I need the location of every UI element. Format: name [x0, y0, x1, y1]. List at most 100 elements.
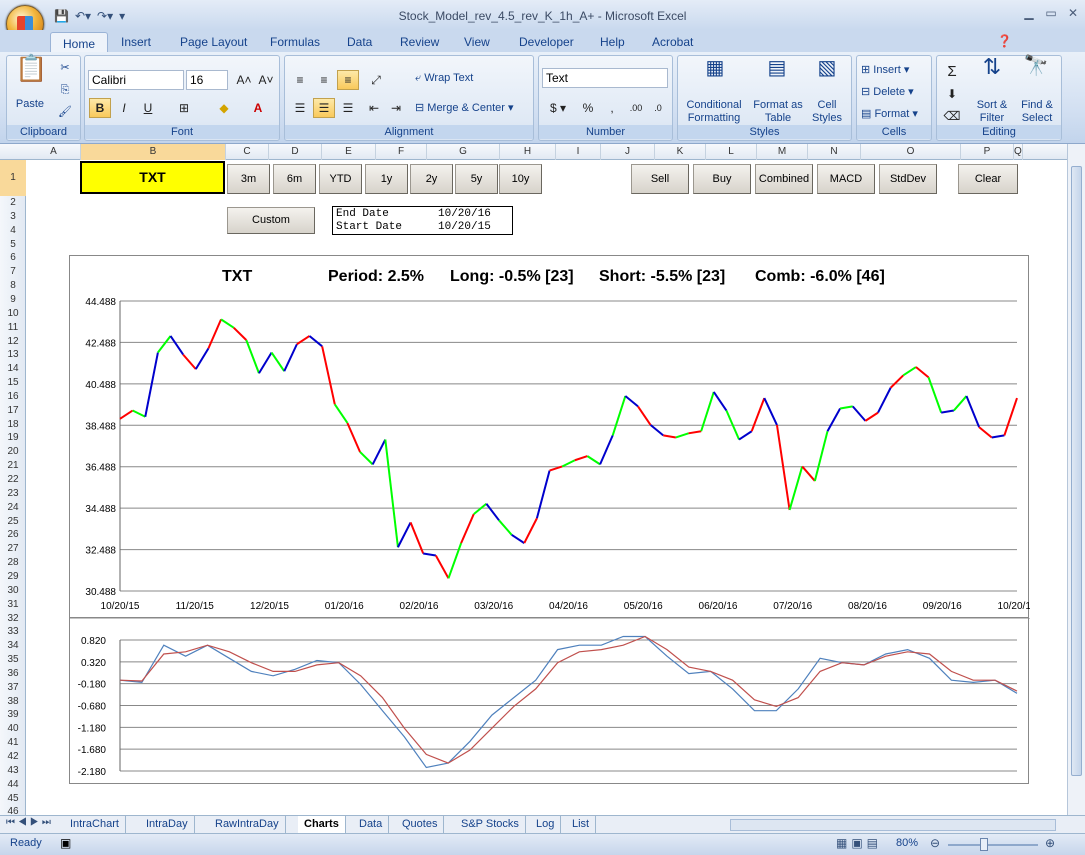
row-header-24[interactable]: 24 [0, 501, 26, 515]
row-header-6[interactable]: 6 [0, 251, 26, 265]
tab-acrobat[interactable]: Acrobat [652, 35, 693, 49]
close-button[interactable]: ✕ [1064, 6, 1082, 24]
number-format-combo[interactable]: Text [542, 68, 668, 88]
row-header-13[interactable]: 13 [0, 348, 26, 362]
currency-icon[interactable]: $ ▾ [543, 98, 573, 118]
font-name-combo[interactable]: Calibri [88, 70, 184, 90]
wrap-text-button[interactable]: ⤶ Wrap Text [415, 72, 525, 85]
sell-button[interactable]: Sell [631, 164, 689, 194]
italic-icon[interactable]: I [113, 98, 135, 118]
maximize-button[interactable]: ▭ [1042, 6, 1060, 24]
tab-review[interactable]: Review [400, 35, 439, 49]
zoom-level[interactable]: 80% [896, 837, 918, 849]
tab-home[interactable]: Home [50, 32, 108, 53]
row-header-36[interactable]: 36 [0, 667, 26, 681]
shrink-font-icon[interactable]: A˅ [255, 70, 277, 90]
comma-icon[interactable]: , [601, 98, 623, 118]
decrease-indent-icon[interactable]: ⇤ [363, 98, 385, 118]
custom-button[interactable]: Custom [227, 207, 315, 234]
underline-icon[interactable]: U [137, 98, 159, 118]
view-buttons[interactable]: ▦▣▤ [836, 836, 882, 850]
align-bottom-icon[interactable]: ≡ [337, 70, 359, 90]
row-header-39[interactable]: 39 [0, 708, 26, 722]
row-header-10[interactable]: 10 [0, 307, 26, 321]
font-color-icon[interactable]: A [247, 98, 269, 118]
row-header-27[interactable]: 27 [0, 542, 26, 556]
tab-view[interactable]: View [464, 35, 490, 49]
col-header-m[interactable]: M [757, 144, 808, 160]
sheet-tab-rawintraday[interactable]: RawIntraDay [209, 816, 286, 833]
row-header-26[interactable]: 26 [0, 528, 26, 542]
align-center-icon[interactable]: ☰ [313, 98, 335, 118]
orientation-icon[interactable]: ⤢ [365, 70, 387, 90]
price-chart[interactable]: TXT Period: 2.5% Long: -0.5% [23] Short:… [69, 255, 1037, 618]
row-header-16[interactable]: 16 [0, 390, 26, 404]
row-header-42[interactable]: 42 [0, 750, 26, 764]
align-left-icon[interactable]: ☰ [289, 98, 311, 118]
paste-button[interactable]: Paste [13, 98, 47, 111]
decrease-decimal-icon[interactable]: .0 [647, 98, 669, 118]
row-header-4[interactable]: 4 [0, 224, 26, 238]
combined-button[interactable]: Combined [755, 164, 813, 194]
row-header-38[interactable]: 38 [0, 695, 26, 709]
insert-cells-button[interactable]: ⊞ Insert ▾ [861, 64, 931, 77]
col-header-j[interactable]: J [601, 144, 655, 160]
ticker-cell[interactable]: TXT [80, 161, 225, 194]
fill-icon[interactable]: ⬇ [941, 84, 963, 104]
row-header-33[interactable]: 33 [0, 625, 26, 639]
sheet-nav-arrows[interactable]: ⏮◀▶⏭ [6, 817, 54, 828]
macd-chart[interactable]: 0.820 0.320 -0.180 -0.680 -1.180 -1.680 -2.180 [69, 617, 1030, 784]
format-as-table-icon[interactable]: ▤ [764, 58, 790, 78]
tab-developer[interactable]: Developer [519, 35, 574, 49]
autosum-icon[interactable]: Σ [941, 62, 963, 82]
row-header-17[interactable]: 17 [0, 404, 26, 418]
period-5y-button[interactable]: 5y [455, 164, 498, 194]
row-header-34[interactable]: 34 [0, 639, 26, 653]
row-header-25[interactable]: 25 [0, 515, 26, 529]
sheet-tab-list[interactable]: List [566, 816, 597, 833]
fill-color-icon[interactable]: ◆ [213, 98, 235, 118]
col-header-d[interactable]: D [269, 144, 322, 160]
merge-center-button[interactable]: ⊟ Merge & Center ▾ [415, 102, 531, 115]
col-header-i[interactable]: I [556, 144, 601, 160]
col-header-p[interactable]: P [961, 144, 1014, 160]
row-header-32[interactable]: 32 [0, 612, 26, 626]
period-ytd-button[interactable]: YTD [319, 164, 362, 194]
copy-icon[interactable]: ⎘ [57, 84, 73, 97]
save-icon[interactable]: 💾 [54, 9, 69, 23]
zoom-slider-handle[interactable] [980, 838, 988, 851]
paste-icon[interactable]: 📋 [15, 55, 47, 94]
cell-styles-icon[interactable]: ▧ [814, 58, 840, 78]
conditional-formatting-button[interactable]: Conditional Formatting [680, 99, 748, 125]
row-header-2[interactable]: 2 [0, 196, 26, 210]
row-header-41[interactable]: 41 [0, 736, 26, 750]
zoom-in-icon[interactable]: ⊕ [1045, 836, 1055, 850]
sort-filter-button[interactable]: Sort & Filter [971, 99, 1013, 125]
scroll-thumb[interactable] [1071, 166, 1082, 776]
row-header-19[interactable]: 19 [0, 431, 26, 445]
tab-formulas[interactable]: Formulas [270, 35, 320, 49]
cell-styles-button[interactable]: Cell Styles [806, 99, 848, 125]
sheet-tab-quotes[interactable]: Quotes [396, 816, 445, 833]
col-header-c[interactable]: C [226, 144, 269, 160]
clear-button[interactable]: Clear [958, 164, 1018, 194]
sheet-tab-intrachart[interactable]: IntraChart [64, 816, 126, 833]
row-header-5[interactable]: 5 [0, 238, 26, 252]
row-header-3[interactable]: 3 [0, 210, 26, 224]
customize-qat-icon[interactable]: ▾ [119, 9, 125, 23]
sheet-tab-log[interactable]: Log [530, 816, 562, 833]
align-right-icon[interactable]: ☰ [337, 98, 359, 118]
row-header-12[interactable]: 12 [0, 335, 26, 349]
col-header-q[interactable]: Q [1014, 144, 1023, 160]
cut-icon[interactable]: ✂ [57, 62, 73, 75]
row-header-45[interactable]: 45 [0, 792, 26, 806]
row-header-29[interactable]: 29 [0, 570, 26, 584]
row-header-11[interactable]: 11 [0, 321, 26, 335]
col-header-k[interactable]: K [655, 144, 706, 160]
row-header-35[interactable]: 35 [0, 653, 26, 667]
stddev-button[interactable]: StdDev [879, 164, 937, 194]
period-6m-button[interactable]: 6m [273, 164, 316, 194]
row-header-22[interactable]: 22 [0, 473, 26, 487]
col-header-h[interactable]: H [500, 144, 556, 160]
increase-decimal-icon[interactable]: .00 [625, 98, 647, 118]
